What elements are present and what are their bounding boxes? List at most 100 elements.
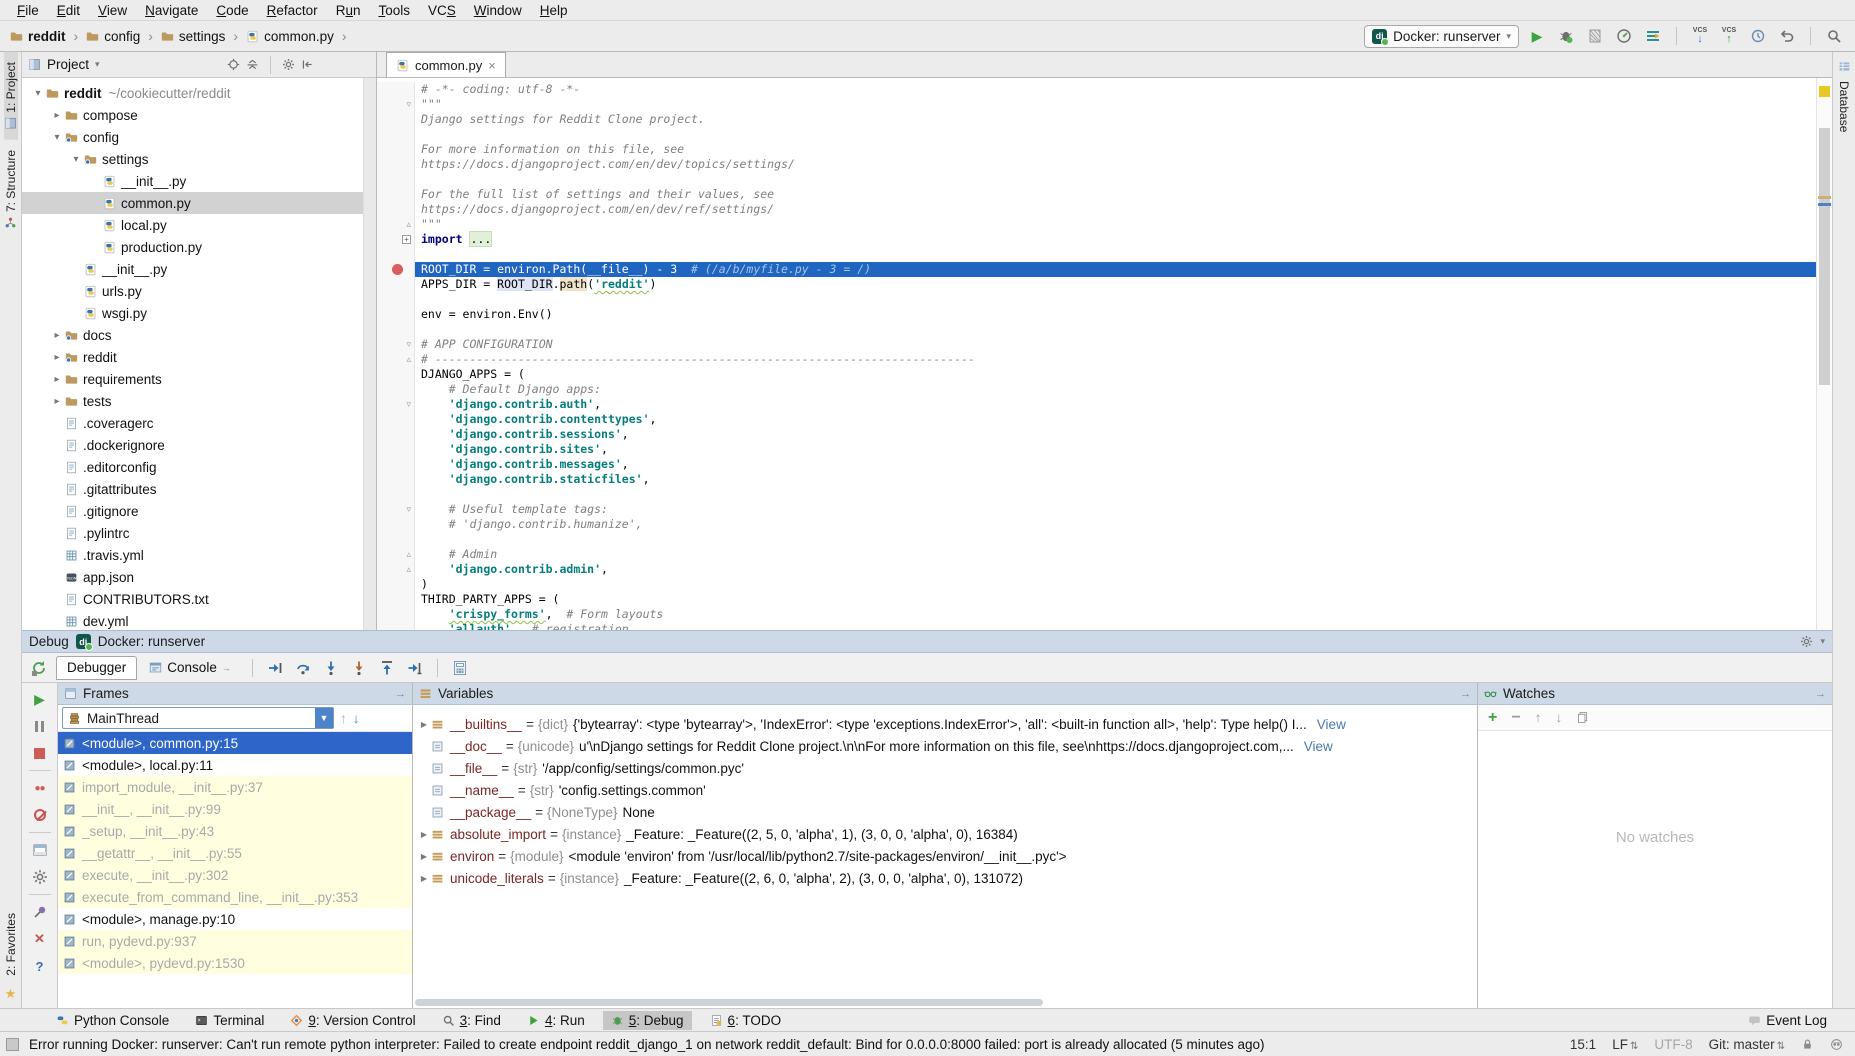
- code-line[interactable]: ▵""": [377, 217, 1816, 232]
- fold-marker-icon[interactable]: ▵: [406, 352, 411, 367]
- local-history-button[interactable]: [1747, 25, 1769, 47]
- frame-row[interactable]: <module>, manage.py:10: [58, 908, 412, 930]
- fold-expand-icon[interactable]: +: [402, 235, 411, 244]
- frame-row[interactable]: execute, __init__.py:302: [58, 864, 412, 886]
- editor-gutter[interactable]: ▿: [377, 397, 415, 412]
- search-everywhere-button[interactable]: [1823, 25, 1845, 47]
- tree-row[interactable]: ▸reddit: [22, 346, 363, 368]
- menu-item-code[interactable]: Code: [207, 3, 257, 18]
- editor-gutter[interactable]: [377, 382, 415, 397]
- tool-window-switcher-icon[interactable]: [6, 1038, 19, 1051]
- editor-gutter[interactable]: ▿: [377, 97, 415, 112]
- toolwindow-button-5-debug[interactable]: 5: Debug: [603, 1011, 692, 1030]
- git-branch-indicator[interactable]: Git: master⇅: [1709, 1037, 1785, 1052]
- scrollbar-thumb[interactable]: [1819, 128, 1830, 385]
- frame-row[interactable]: _setup, __init__.py:43: [58, 820, 412, 842]
- code-line[interactable]: 'django.contrib.contenttypes',: [377, 412, 1816, 427]
- tree-row[interactable]: ▸docs: [22, 324, 363, 346]
- move-watch-up-button[interactable]: ↑: [1535, 710, 1542, 725]
- editor-gutter[interactable]: [377, 292, 415, 307]
- view-link[interactable]: View: [1317, 717, 1346, 732]
- force-step-into-button[interactable]: [348, 657, 370, 679]
- editor-gutter[interactable]: [377, 82, 415, 97]
- step-into-button[interactable]: [320, 657, 342, 679]
- fold-marker-icon[interactable]: ▿: [406, 502, 411, 517]
- help-button[interactable]: ?: [29, 956, 51, 976]
- step-over-button[interactable]: [292, 657, 314, 679]
- editor-gutter[interactable]: [377, 427, 415, 442]
- fold-marker-icon[interactable]: ▵: [406, 217, 411, 232]
- editor-gutter[interactable]: [377, 322, 415, 337]
- pin-tab-button[interactable]: [29, 902, 51, 922]
- tree-row[interactable]: ▸requirements: [22, 368, 363, 390]
- expand-arrow-icon[interactable]: ▶: [417, 852, 431, 861]
- frame-row[interactable]: import_module, __init__.py:37: [58, 776, 412, 798]
- editor-gutter[interactable]: [377, 622, 415, 630]
- step-out-button[interactable]: [376, 657, 398, 679]
- editor-gutter[interactable]: [377, 127, 415, 142]
- variable-row[interactable]: ▶unicode_literals={instance}_Feature: _F…: [413, 867, 1477, 889]
- inspections-profile-icon[interactable]: [1830, 1038, 1843, 1051]
- editor-gutter[interactable]: [377, 607, 415, 622]
- tree-row[interactable]: local.py: [22, 214, 363, 236]
- tree-row[interactable]: .coveragerc: [22, 412, 363, 434]
- variable-row[interactable]: ▶environ={module}<module 'environ' from …: [413, 845, 1477, 867]
- menu-item-tools[interactable]: Tools: [369, 3, 419, 18]
- variable-row[interactable]: __doc__={unicode}u'\nDjango settings for…: [413, 735, 1477, 757]
- float-panel-icon[interactable]: →: [395, 688, 406, 700]
- code-line[interactable]: 'django.contrib.sessions',: [377, 427, 1816, 442]
- tree-chevron-icon[interactable]: ▸: [49, 374, 65, 385]
- editor-gutter[interactable]: ▿: [377, 337, 415, 352]
- code-line[interactable]: # -*- coding: utf-8 -*-: [377, 82, 1816, 97]
- panel-settings-button[interactable]: [282, 58, 295, 71]
- variable-row[interactable]: __package__={NoneType}None: [413, 801, 1477, 823]
- add-watch-button[interactable]: +: [1488, 709, 1497, 727]
- debug-settings-button[interactable]: [1800, 635, 1813, 648]
- code-line[interactable]: APPS_DIR = ROOT_DIR.path('reddit'): [377, 277, 1816, 292]
- editor-scrollbar[interactable]: [1816, 78, 1832, 630]
- next-frame-button[interactable]: ↓: [353, 711, 360, 726]
- evaluate-expression-button[interactable]: [449, 657, 471, 679]
- fold-marker-icon[interactable]: ▿: [406, 97, 411, 112]
- code-line[interactable]: [377, 532, 1816, 547]
- collapse-all-button[interactable]: [246, 58, 259, 71]
- duplicate-watch-button[interactable]: [1576, 711, 1589, 724]
- toolwindow-button-6-todo[interactable]: 6: TODO: [702, 1011, 790, 1030]
- editor-gutter[interactable]: [377, 472, 415, 487]
- expand-arrow-icon[interactable]: ▶: [417, 830, 431, 839]
- tree-row[interactable]: urls.py: [22, 280, 363, 302]
- run-to-cursor-button[interactable]: [404, 657, 426, 679]
- code-line[interactable]: [377, 292, 1816, 307]
- locate-file-button[interactable]: [227, 58, 240, 71]
- menu-item-run[interactable]: Run: [327, 3, 370, 18]
- float-panel-icon[interactable]: →: [1815, 688, 1826, 700]
- editor-gutter[interactable]: [377, 517, 415, 532]
- chevron-down-icon[interactable]: ▾: [95, 59, 100, 70]
- frame-row[interactable]: run, pydevd.py:937: [58, 930, 412, 952]
- tree-chevron-icon[interactable]: ▾: [49, 132, 65, 143]
- menu-item-navigate[interactable]: Navigate: [136, 3, 207, 18]
- code-line[interactable]: 'django.contrib.staticfiles',: [377, 472, 1816, 487]
- close-tab-icon[interactable]: ×: [488, 58, 496, 73]
- encoding-indicator[interactable]: UTF-8: [1654, 1037, 1692, 1052]
- menu-item-edit[interactable]: Edit: [48, 3, 89, 18]
- editor-gutter[interactable]: [377, 277, 415, 292]
- stop-button[interactable]: [29, 743, 51, 763]
- expand-arrow-icon[interactable]: ▶: [417, 720, 431, 729]
- restore-layout-button[interactable]: [29, 840, 51, 860]
- code-line[interactable]: 'django.contrib.sites',: [377, 442, 1816, 457]
- menu-item-refactor[interactable]: Refactor: [258, 3, 327, 18]
- tree-row[interactable]: production.py: [22, 236, 363, 258]
- code-line[interactable]: https://docs.djangoproject.com/en/dev/to…: [377, 157, 1816, 172]
- tree-chevron-icon[interactable]: ▸: [49, 110, 65, 121]
- thread-select[interactable]: MainThread ▼: [62, 707, 334, 729]
- editor-gutter[interactable]: [377, 202, 415, 217]
- debugger-settings-button[interactable]: [29, 867, 51, 887]
- toolwindow-button-3-find[interactable]: 3: Find: [434, 1011, 509, 1030]
- tree-row[interactable]: ▾config: [22, 126, 363, 148]
- view-link[interactable]: View: [1304, 739, 1333, 754]
- tree-row[interactable]: __init__.py: [22, 258, 363, 280]
- tree-row[interactable]: .dockerignore: [22, 434, 363, 456]
- menu-item-window[interactable]: Window: [465, 3, 531, 18]
- editor-tab-common-py[interactable]: common.py ×: [386, 52, 506, 77]
